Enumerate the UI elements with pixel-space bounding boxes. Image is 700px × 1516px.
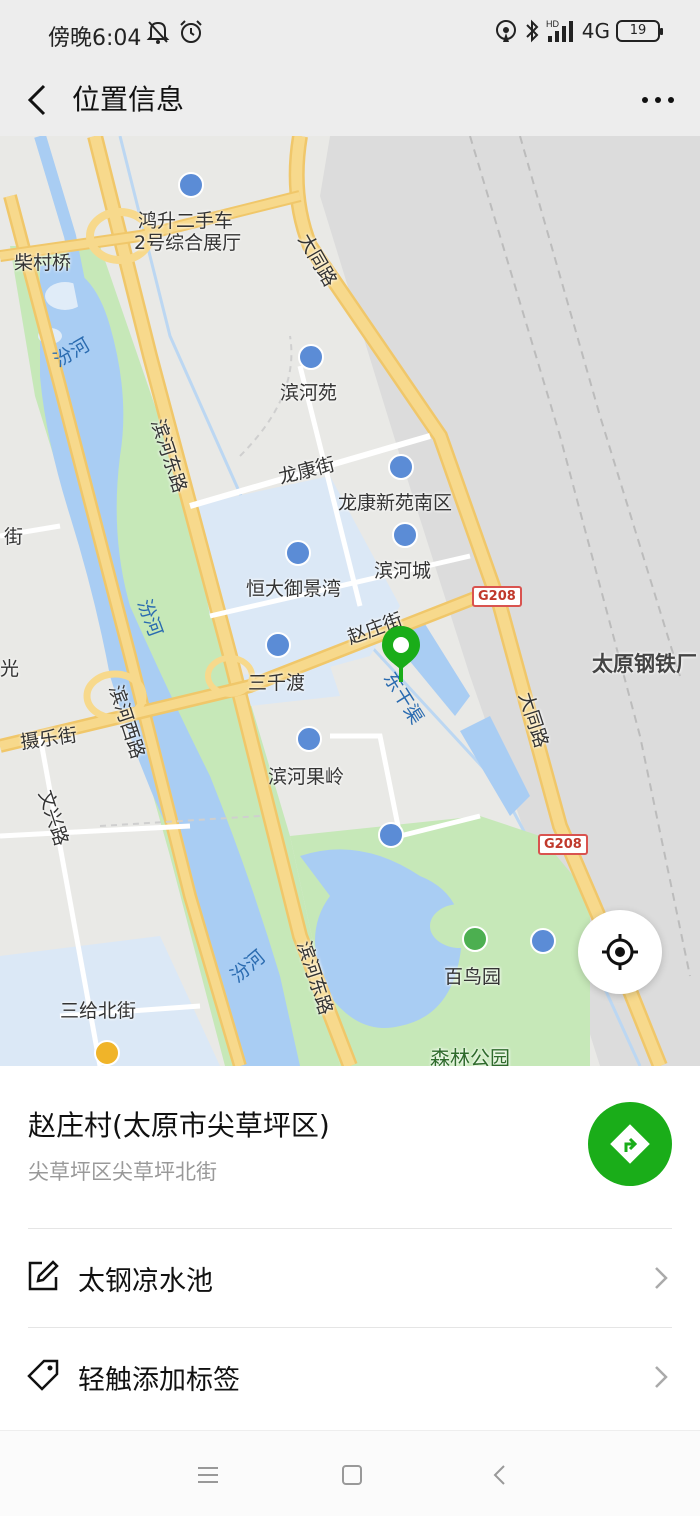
signal-icon: HD (546, 19, 573, 42)
map-label: 滨河果岭 (268, 766, 345, 788)
chevron-right-icon (655, 1267, 668, 1289)
map-label: 柴村桥 (14, 252, 72, 274)
status-left-icons (146, 18, 204, 46)
map-label: 滨河苑 (280, 382, 338, 404)
network-type: 4G (581, 19, 610, 43)
crosshair-locate-icon (602, 934, 638, 970)
page-title: 位置信息 (72, 83, 185, 116)
map-label: 森林公园 (430, 1046, 510, 1066)
map-label: 龙康新苑南区 (338, 492, 453, 514)
chevron-left-icon (27, 84, 46, 116)
road-shield: G208 (538, 834, 588, 855)
status-bar: 傍晚6:04 HD 4G 19 (0, 0, 700, 66)
locate-button[interactable] (578, 910, 662, 994)
place-address: 尖草坪区尖草坪北街 (28, 1160, 217, 1184)
map-label: 恒大御景湾 (246, 578, 342, 600)
car-dealer-poi-icon[interactable] (178, 172, 204, 198)
map-label: 百鸟园 (444, 966, 502, 988)
tag-label: 轻触添加标签 (78, 1365, 240, 1396)
residential-poi-icon[interactable] (265, 632, 291, 658)
road-shield: G208 (472, 586, 522, 607)
place-name: 赵庄村(太原市尖草坪区) (28, 1109, 330, 1142)
map-label: 街 (4, 526, 24, 548)
tag-icon (27, 1359, 59, 1391)
navigation-arrow-icon (610, 1124, 650, 1164)
battery-indicator: 19 (616, 20, 663, 42)
residential-poi-icon[interactable] (298, 344, 324, 370)
back-button[interactable] (16, 78, 60, 122)
residential-poi-icon[interactable] (392, 522, 418, 548)
facility-poi-icon[interactable] (378, 822, 404, 848)
remark-label: 太钢凉水池 (78, 1266, 213, 1297)
map-label: 2号综合展厅 (134, 232, 242, 254)
residential-poi-icon[interactable] (285, 540, 311, 566)
map-label: 三千渡 (248, 672, 306, 694)
map-label: 滨河城 (374, 560, 432, 582)
map-label: 太原钢铁厂 (592, 652, 697, 676)
map-label: 三给北街 (60, 1000, 137, 1022)
map-label: 光 (0, 658, 20, 680)
more-dots-icon (642, 97, 674, 103)
tag-row[interactable]: 轻触添加标签 (0, 1328, 700, 1426)
shop-poi-icon[interactable] (94, 1040, 120, 1066)
status-right: HD 4G 19 (494, 18, 663, 44)
alarm-icon (180, 20, 202, 43)
hotspot-icon (495, 20, 516, 42)
remark-row[interactable]: 太钢凉水池 (0, 1229, 700, 1327)
location-pin-icon (380, 624, 422, 684)
home-square-icon[interactable] (338, 1461, 366, 1489)
navigate-button[interactable] (588, 1102, 672, 1186)
facility-poi-icon[interactable] (530, 928, 556, 954)
title-bar: 位置信息 (0, 66, 700, 136)
system-nav-bar (0, 1430, 700, 1516)
park-poi-icon[interactable] (462, 926, 488, 952)
more-button[interactable] (636, 78, 680, 122)
residential-poi-icon[interactable] (296, 726, 322, 752)
chevron-right-icon (655, 1366, 668, 1388)
menu-icon[interactable] (194, 1461, 222, 1489)
status-time: 傍晚6:04 (48, 26, 142, 51)
mute-bell-icon (146, 21, 170, 44)
edit-icon (28, 1260, 59, 1291)
residential-poi-icon[interactable] (388, 454, 414, 480)
map-view[interactable]: 柴村桥 汾河 汾河 汾河 滨河东路 滨河东路 滨河西路 鸿升二手车 2号综合展厅… (0, 136, 700, 1066)
svg-text:HD: HD (546, 19, 559, 29)
bluetooth-icon (526, 19, 539, 43)
back-triangle-icon[interactable] (486, 1461, 514, 1489)
